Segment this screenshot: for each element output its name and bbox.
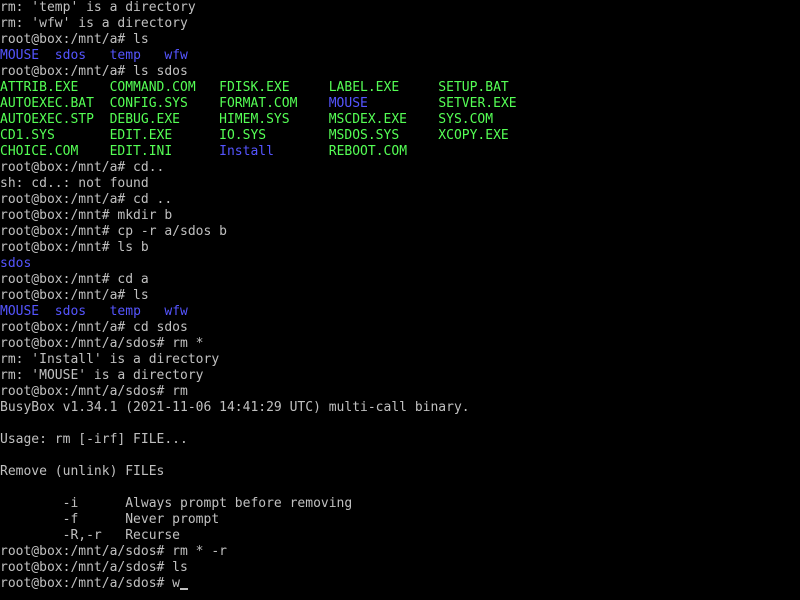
terminal-line: AUTOEXEC.BAT CONFIG.SYS FORMAT.COM MOUSE… <box>0 96 800 112</box>
terminal-text: Remove (unlink) FILEs <box>0 464 165 479</box>
directory-entry: MOUSE <box>0 304 40 319</box>
terminal-line: root@box:/mnt/a# cd.. <box>0 160 800 176</box>
file-entry: SETVER.EXE <box>438 96 517 111</box>
directory-entry: sdos <box>0 256 32 271</box>
terminal-line: sdos <box>0 256 800 272</box>
terminal-line: root@box:/mnt/a/sdos# rm * <box>0 336 800 352</box>
directory-entry: MOUSE <box>328 96 368 111</box>
terminal-text: rm: 'wfw' is a directory <box>0 16 188 31</box>
terminal-text: root@box:/mnt/a# cd .. <box>0 192 173 207</box>
terminal-line: root@box:/mnt/a# ls <box>0 32 800 48</box>
file-entry: REBOOT.COM <box>328 144 408 159</box>
directory-entry: wfw <box>164 48 188 63</box>
terminal-line: root@box:/mnt/a/sdos# ls <box>0 560 800 576</box>
file-entry: AUTOEXEC.STP DEBUG.EXE HIMEM.SYS MSCDEX.… <box>0 112 494 127</box>
terminal-text: root@box:/mnt/a# ls sdos <box>0 64 188 79</box>
terminal-line: Usage: rm [-irf] FILE... <box>0 432 800 448</box>
terminal-text: BusyBox v1.34.1 (2021-11-06 14:41:29 UTC… <box>0 400 470 415</box>
directory-entry: temp <box>109 48 141 63</box>
terminal-line: root@box:/mnt/a# ls sdos <box>0 64 800 80</box>
terminal-text: Usage: rm [-irf] FILE... <box>0 432 188 447</box>
terminal-line: Remove (unlink) FILEs <box>0 464 800 480</box>
terminal-text: rm: 'Install' is a directory <box>0 352 220 367</box>
directory-entry: sdos <box>54 48 87 63</box>
terminal-text: root@box:/mnt/a# ls <box>0 288 149 303</box>
terminal-line: CD1.SYS EDIT.EXE IO.SYS MSDOS.SYS XCOPY.… <box>0 128 800 144</box>
terminal-text: root@box:/mnt# mkdir b <box>0 208 173 223</box>
terminal-line: MOUSE sdos temp wfw <box>0 48 800 64</box>
terminal-text: -f Never prompt <box>0 512 220 527</box>
file-entry: ATTRIB.EXE COMMAND.COM FDISK.EXE LABEL.E… <box>0 80 509 95</box>
terminal-text: root@box:/mnt# cp -r a/sdos b <box>0 224 227 239</box>
text-cursor <box>180 588 189 590</box>
directory-entry: wfw <box>164 304 188 319</box>
terminal-line: root@box:/mnt# cd a <box>0 272 800 288</box>
terminal-text: root@box:/mnt/a/sdos# ls <box>0 560 188 575</box>
terminal-text: root@box:/mnt/a/sdos# rm * <box>0 336 204 351</box>
terminal-line: -R,-r Recurse <box>0 528 800 544</box>
terminal-line: root@box:/mnt# ls b <box>0 240 800 256</box>
terminal-window[interactable]: rm: 'temp' is a directory rm: 'wfw' is a … <box>0 0 800 600</box>
terminal-text: root@box:/mnt/a# ls <box>0 32 149 47</box>
terminal-line: MOUSE sdos temp wfw <box>0 304 800 320</box>
terminal-text: root@box:/mnt/a# cd.. <box>0 160 165 175</box>
terminal-text: root@box:/mnt/a/sdos# rm * -r <box>0 544 227 559</box>
terminal-text: root@box:/mnt/a/sdos# rm <box>0 384 188 399</box>
terminal-line: root@box:/mnt/a# cd sdos <box>0 320 800 336</box>
terminal-text: root@box:/mnt/a# cd sdos <box>0 320 188 335</box>
terminal-line: root@box:/mnt/a# cd .. <box>0 192 800 208</box>
terminal-line: BusyBox v1.34.1 (2021-11-06 14:41:29 UTC… <box>0 400 800 416</box>
terminal-text: sh: cd..: not found <box>0 176 149 191</box>
terminal-line: root@box:/mnt/a# ls <box>0 288 800 304</box>
terminal-line: rm: 'Install' is a directory <box>0 352 800 368</box>
directory-entry: temp <box>109 304 141 319</box>
terminal-text: root@box:/mnt# cd a <box>0 272 149 287</box>
terminal-line: root@box:/mnt# cp -r a/sdos b <box>0 224 800 240</box>
terminal-line: rm: 'MOUSE' is a directory <box>0 368 800 384</box>
directory-entry: sdos <box>54 304 87 319</box>
terminal-text: root@box:/mnt# ls b <box>0 240 149 255</box>
directory-entry: Install <box>219 144 274 159</box>
terminal-text: root@box:/mnt/a/sdos# w <box>0 576 181 591</box>
terminal-line: sh: cd..: not found <box>0 176 800 192</box>
terminal-line: rm: 'wfw' is a directory <box>0 16 800 32</box>
terminal-line: root@box:/mnt/a/sdos# rm <box>0 384 800 400</box>
terminal-text: -R,-r Recurse <box>0 528 181 543</box>
file-entry: CHOICE.COM EDIT.INI <box>0 144 220 159</box>
terminal-line: AUTOEXEC.STP DEBUG.EXE HIMEM.SYS MSCDEX.… <box>0 112 800 128</box>
terminal-line: -f Never prompt <box>0 512 800 528</box>
terminal-line: -i Always prompt before removing <box>0 496 800 512</box>
file-entry: AUTOEXEC.BAT CONFIG.SYS FORMAT.COM <box>0 96 329 111</box>
terminal-line: root@box:/mnt/a/sdos# rm * -r <box>0 544 800 560</box>
file-entry: CD1.SYS EDIT.EXE IO.SYS MSDOS.SYS XCOPY.… <box>0 128 509 143</box>
terminal-text: -i Always prompt before removing <box>0 496 353 511</box>
terminal-line: root@box:/mnt# mkdir b <box>0 208 800 224</box>
terminal-line: ATTRIB.EXE COMMAND.COM FDISK.EXE LABEL.E… <box>0 80 800 96</box>
terminal-line: rm: 'temp' is a directory <box>0 0 800 16</box>
terminal-text: rm: 'temp' is a directory <box>0 0 196 15</box>
directory-entry: MOUSE <box>0 48 40 63</box>
terminal-line: CHOICE.COM EDIT.INI Install REBOOT.COM <box>0 144 800 160</box>
terminal-line: root@box:/mnt/a/sdos# w <box>0 576 800 592</box>
terminal-text: rm: 'MOUSE' is a directory <box>0 368 204 383</box>
